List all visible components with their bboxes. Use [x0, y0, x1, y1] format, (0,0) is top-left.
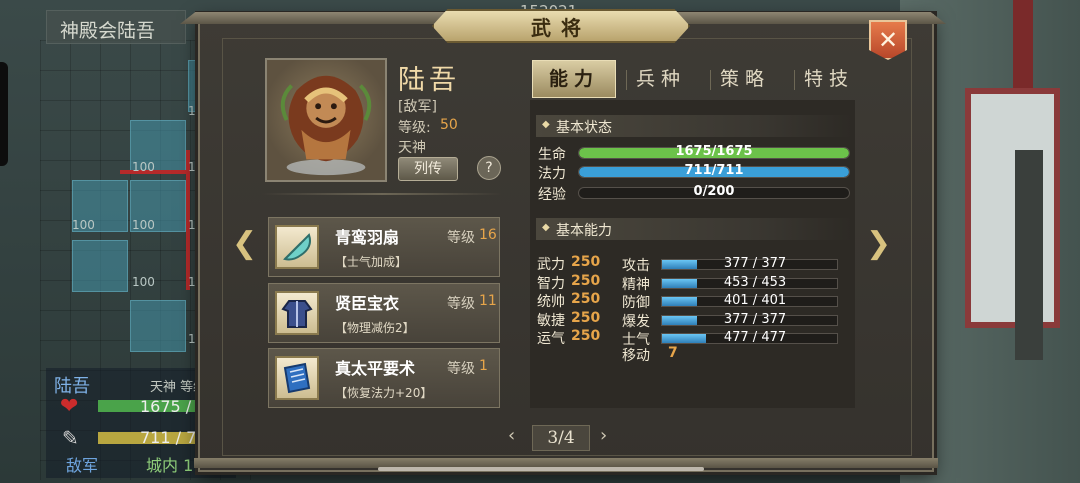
basic-status-heading: ◆ 基本状态: [536, 115, 852, 137]
equipment-level-label: 等级: [447, 296, 475, 312]
equipment-effect: 【士气加成】: [335, 255, 408, 269]
combat-stat-value: 377 / 377: [723, 256, 787, 271]
combat-stat-label: 攻击: [622, 258, 650, 274]
equipment-name: 贤臣宝衣: [335, 294, 400, 313]
attribute-value: 250: [571, 254, 601, 270]
attribute-label: 运气: [537, 331, 565, 347]
tab-special-skill[interactable]: 特技: [804, 64, 854, 91]
combat-stat-label: 精神: [622, 276, 650, 293]
attribute-label: 统帅: [537, 294, 565, 310]
diamond-icon: ◆: [542, 119, 550, 130]
map-tile: [72, 240, 128, 292]
section-title: 基本状态: [556, 120, 612, 136]
hero-level-value: 50: [440, 117, 458, 133]
map-tile: [130, 300, 186, 352]
equipment-level-label: 等级: [447, 230, 475, 246]
hero-name: 陆吾: [398, 65, 460, 96]
map-building: [965, 88, 1060, 328]
tile-value: 100: [132, 218, 155, 232]
attribute-value: 250: [571, 309, 601, 326]
home-indicator: [378, 467, 704, 471]
map-title: 神殿会陆吾: [60, 20, 156, 42]
previous-general-arrow[interactable]: ❮: [232, 226, 257, 261]
combat-stat-value: 377 / 377: [723, 311, 787, 327]
equipment-name: 青鸾羽扇: [335, 228, 400, 247]
unit-city: 城内 1: [146, 456, 194, 475]
diamond-icon: ◆: [542, 222, 550, 233]
equipment-slot-2[interactable]: 贤臣宝衣 等级 11 【物理减伤2】: [268, 283, 500, 343]
equipment-slot-1[interactable]: 青鸾羽扇 等级 16 【士气加成】: [268, 217, 500, 277]
equipment-name: 真太平要术: [335, 359, 416, 378]
combat-stat-label: 爆发: [622, 313, 650, 330]
status-bar-value: 1675/1675: [675, 144, 753, 159]
feather-icon: ✎: [62, 426, 79, 450]
unit-mp-text: 711 / 71: [140, 428, 207, 447]
section-divider: [262, 193, 502, 195]
equipment-level: 16: [479, 227, 497, 243]
attribute-value: 250: [571, 272, 601, 289]
close-icon: ✕: [877, 26, 899, 54]
heart-icon: ❤: [60, 394, 79, 419]
dialog-title: 武将: [531, 16, 591, 40]
hero-portrait-art: [280, 75, 372, 176]
feather-fan-icon: [275, 225, 319, 269]
combat-stat-bar-fill: [662, 315, 697, 325]
combat-stat-value: 477 / 477: [723, 330, 787, 345]
attribute-label: 敏捷: [537, 312, 565, 329]
status-bar-label: 法力: [538, 166, 566, 182]
move-value: 7: [668, 345, 678, 361]
equipment-level-label: 等级: [447, 361, 475, 377]
tab-ability[interactable]: 能力: [532, 60, 616, 98]
hero-class: 天神: [398, 140, 426, 156]
page-indicator: 3/4: [532, 425, 590, 451]
tab-troop-type[interactable]: 兵种: [636, 64, 686, 91]
combat-stat-bar-fill: [662, 278, 697, 288]
hero-portrait: [265, 58, 387, 182]
map-tower: [1015, 150, 1043, 360]
equipment-slot-3[interactable]: 真太平要术 等级 1 【恢复法力+20】: [268, 348, 500, 408]
attribute-value: 250: [571, 328, 601, 344]
map-pillar: [1013, 0, 1033, 95]
tab-strategy[interactable]: 策略: [720, 64, 770, 91]
book-icon: [275, 356, 319, 400]
combat-stat-value: 453 / 453: [723, 274, 787, 290]
detail-tabs: 能力 兵种 策略 特技: [530, 60, 870, 100]
status-bar-label: 生命: [538, 147, 566, 163]
equipment-effect: 【物理减伤2】: [335, 321, 415, 335]
page-next-button[interactable]: ›: [600, 425, 607, 446]
combat-stat-label: 防御: [622, 295, 650, 311]
tile-value: 100: [72, 218, 95, 232]
move-label: 移动: [622, 348, 650, 364]
map-border-line: [120, 170, 190, 174]
attribute-value: 250: [571, 291, 601, 307]
status-bar-value: 711/711: [684, 163, 744, 178]
page-prev-button[interactable]: ‹: [508, 425, 515, 446]
section-title: 基本能力: [556, 223, 612, 239]
attribute-label: 智力: [537, 275, 565, 292]
combat-stat-value: 401 / 401: [723, 293, 787, 308]
robe-icon: [275, 291, 319, 335]
hero-level-label: 等级:: [398, 120, 431, 136]
biography-button[interactable]: 列传: [398, 157, 458, 181]
equipment-level: 1: [479, 358, 488, 374]
tab-separator: [626, 70, 627, 90]
attribute-label: 武力: [537, 257, 565, 273]
status-bar-value: 0/200: [693, 184, 735, 199]
side-drawer-handle[interactable]: [0, 62, 8, 166]
tab-separator: [794, 70, 795, 90]
tab-separator: [710, 70, 711, 90]
tile-value: 100: [132, 275, 155, 289]
unit-faction: 敌军: [66, 456, 99, 475]
status-bar-label: 经验: [538, 187, 566, 203]
equipment-effect: 【恢复法力+20】: [335, 386, 433, 400]
tile-value: 100: [132, 160, 155, 174]
combat-stat-bar-fill: [662, 297, 697, 306]
help-button[interactable]: ?: [477, 156, 501, 180]
equipment-level: 11: [479, 293, 497, 309]
basic-ability-heading: ◆ 基本能力: [536, 218, 852, 240]
next-general-arrow[interactable]: ❯: [866, 226, 891, 261]
hero-faction: [敌军]: [398, 99, 437, 115]
combat-stat-bar-fill: [662, 260, 697, 269]
